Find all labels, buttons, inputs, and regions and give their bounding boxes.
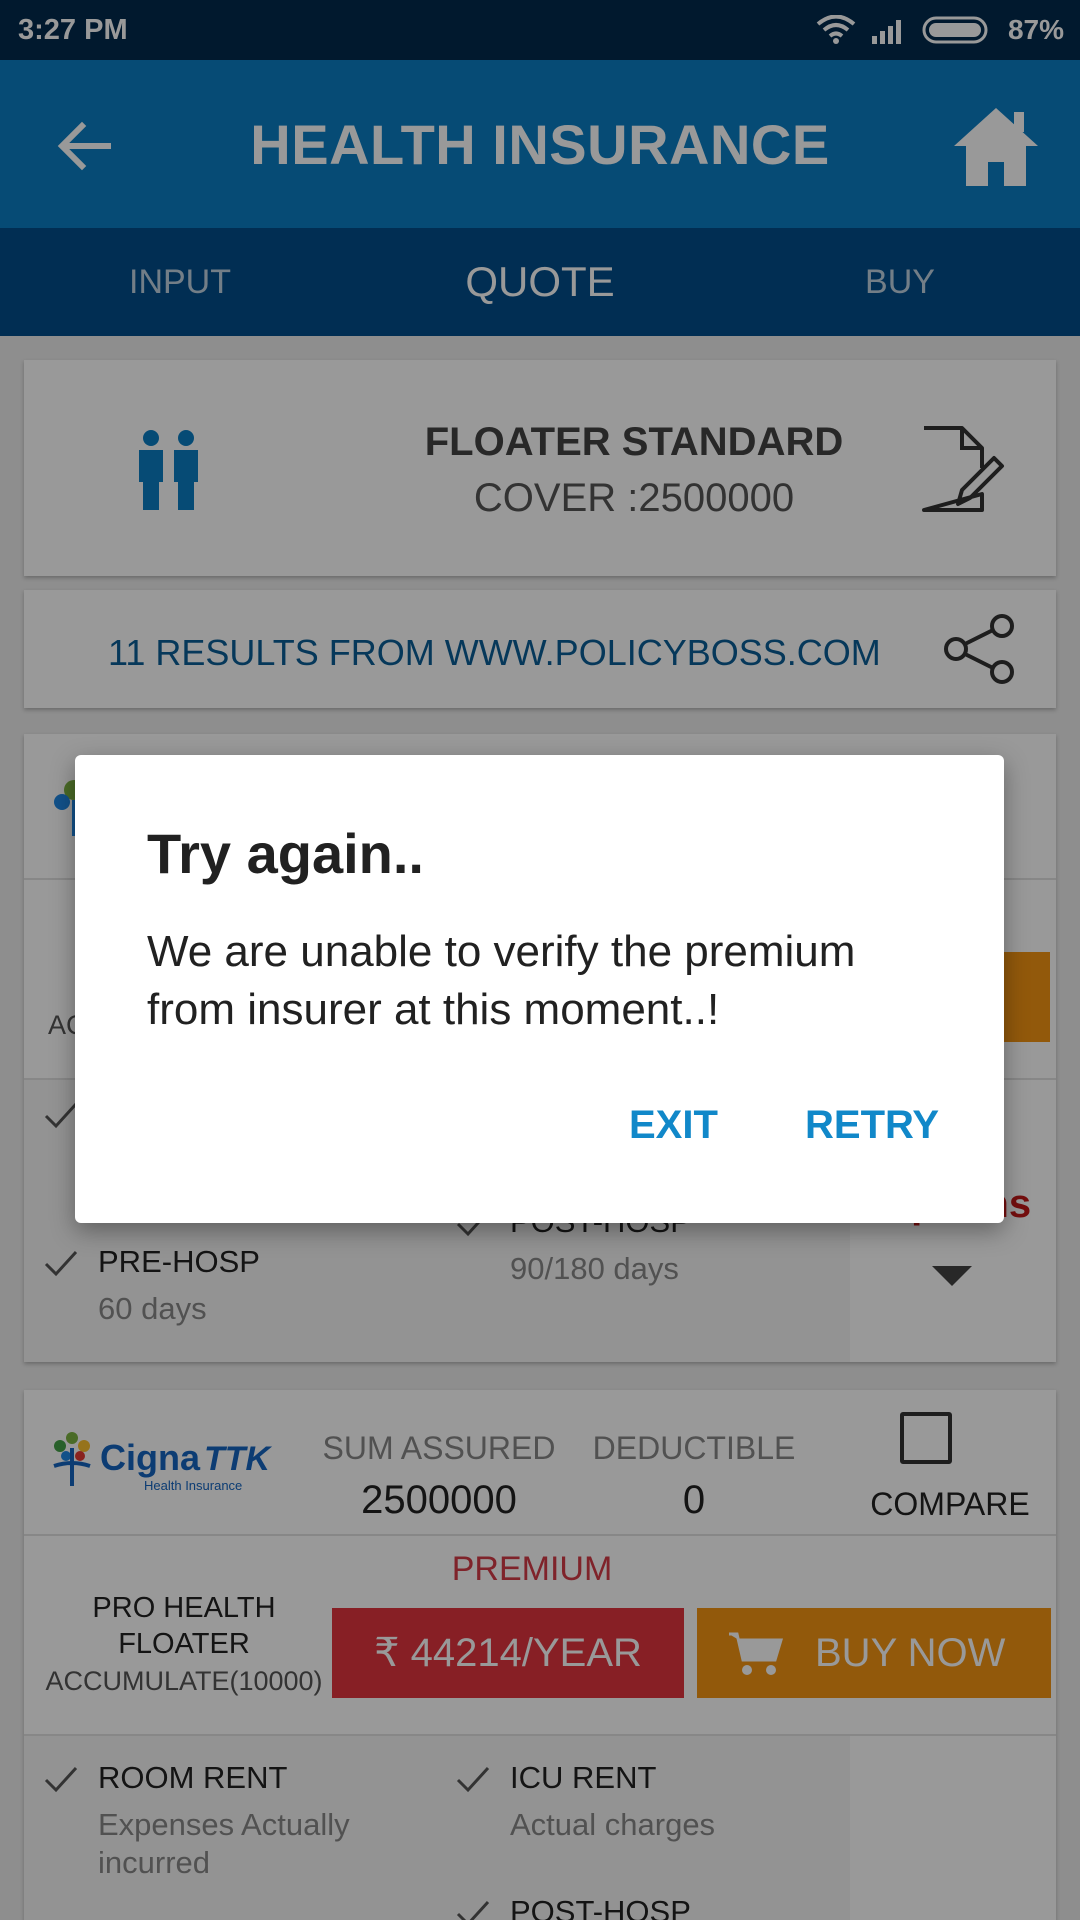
dialog-message: We are unable to verify the premium from… bbox=[147, 927, 856, 1034]
retry-button[interactable]: RETRY bbox=[805, 1103, 939, 1148]
dialog-title: Try again.. bbox=[147, 822, 424, 885]
retry-dialog: Try again.. We are unable to verify the … bbox=[75, 755, 1004, 1223]
exit-button[interactable]: EXIT bbox=[629, 1103, 718, 1148]
